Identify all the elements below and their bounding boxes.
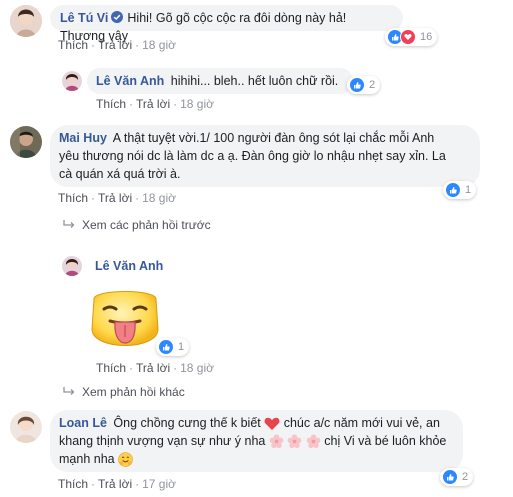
view-more-replies-link[interactable]: Xem phản hồi khác [62,385,185,399]
reaction-count: 1 [178,341,185,353]
reaction-summary[interactable]: 16 [385,28,438,46]
comment-text-part: mạnh nha [59,452,115,466]
reply-arrow-icon [63,220,75,228]
avatar-loan-le[interactable] [10,411,42,443]
reply-text: hihihi... bleh.. hết luôn chữ rồi. [170,74,339,88]
like-icon [442,469,458,485]
comment-author[interactable]: Lê Tú Vi [60,11,108,25]
like-icon [445,182,461,198]
like-button[interactable]: Thích [96,97,126,111]
comment-bubble: Mai Huy A thật tuyệt vời.1/ 100 người đà… [50,125,480,187]
red-heart-icon [264,417,280,430]
cherry-blossom-icon [306,434,321,449]
comment-text-line: yêu thương nói dc là làm dc a ạ. Đàn ông… [59,149,446,163]
comment-bubble: Loan Lê Ông chồng cưng thế k biết chúc a… [50,410,463,472]
reply-actions: Thích · Trả lời · 18 giờ [96,97,214,111]
avatar-le-van-anh[interactable] [62,71,82,91]
reply-button[interactable]: Trả lời [98,38,132,52]
timestamp[interactable]: 17 giờ [142,477,176,491]
like-icon [349,77,365,93]
like-button[interactable]: Thích [58,38,88,52]
comment-author[interactable]: Mai Huy [59,131,107,145]
timestamp[interactable]: 18 giờ [180,97,214,111]
tongue-out-face-sticker [88,285,162,355]
reaction-summary[interactable]: 2 [347,76,381,94]
comment-text-part: khang thịnh vượng vạn sự như ý nha [59,434,266,448]
view-more-replies-label[interactable]: Xem phản hồi khác [82,385,185,399]
reaction-summary[interactable]: 2 [440,468,474,486]
reaction-count: 2 [462,471,469,483]
comment-author[interactable]: Loan Lê [59,416,107,430]
reaction-count: 2 [369,79,376,91]
avatar-le-van-anh[interactable] [62,256,82,276]
reaction-summary[interactable]: 1 [156,338,190,356]
timestamp[interactable]: 18 giờ [142,38,176,52]
comment-text-part: Ông chồng cưng thế k biết [113,416,261,430]
reply-button[interactable]: Trả lời [98,477,132,491]
reply-bubble: Lê Văn Anh hihihi... bleh.. hết luôn chữ… [87,68,353,94]
reaction-count: 16 [420,31,433,43]
comment-bubble: Lê Tú Vi Hihi! Gõ gõ cộc cộc ra đôi dòng … [50,5,403,43]
like-button[interactable]: Thích [96,361,126,375]
like-button[interactable]: Thích [58,191,88,205]
reply-button[interactable]: Trả lời [136,97,170,111]
cherry-blossom-icon [269,434,284,449]
like-icon [158,339,174,355]
reaction-summary[interactable]: 1 [443,181,477,199]
avatar-mai-huy[interactable] [10,126,42,158]
avatar-le-tu-vi[interactable] [10,5,42,37]
timestamp[interactable]: 18 giờ [142,191,176,205]
comment-text-part: chị Vi và bé luôn khỏe [324,434,447,448]
comment-actions: Thích · Trả lời · 18 giờ [58,191,176,205]
comment-actions: Thích · Trả lời · 18 giờ [58,38,176,52]
like-button[interactable]: Thích [58,477,88,491]
reply-author[interactable]: Lê Văn Anh [96,74,164,88]
timestamp[interactable]: 18 giờ [180,361,214,375]
view-previous-replies-link[interactable]: Xem các phản hồi trước [62,218,211,232]
love-icon [400,29,416,45]
cherry-blossom-icons [269,434,324,449]
reply-actions: Thích · Trả lời · 18 giờ [96,361,214,375]
reaction-count: 1 [465,184,472,196]
cherry-blossom-icon [287,434,302,449]
comment-actions: Thích · Trả lời · 17 giờ [58,477,176,491]
comment-text-part: chúc a/c năm mới vui vẻ, an [283,416,440,430]
comment-text-line: A thật tuyệt vời.1/ 100 người đàn ông só… [112,131,435,145]
view-previous-replies-label[interactable]: Xem các phản hồi trước [82,218,211,232]
reply-arrow-icon [63,387,75,395]
reply-author[interactable]: Lê Văn Anh [95,259,163,273]
reply-button[interactable]: Trả lời [136,361,170,375]
reply-button[interactable]: Trả lời [98,191,132,205]
verified-icon [111,11,124,23]
comment-text-line: cà quán xá quá trời à. [59,167,181,181]
hugging-face-icon [118,452,133,468]
